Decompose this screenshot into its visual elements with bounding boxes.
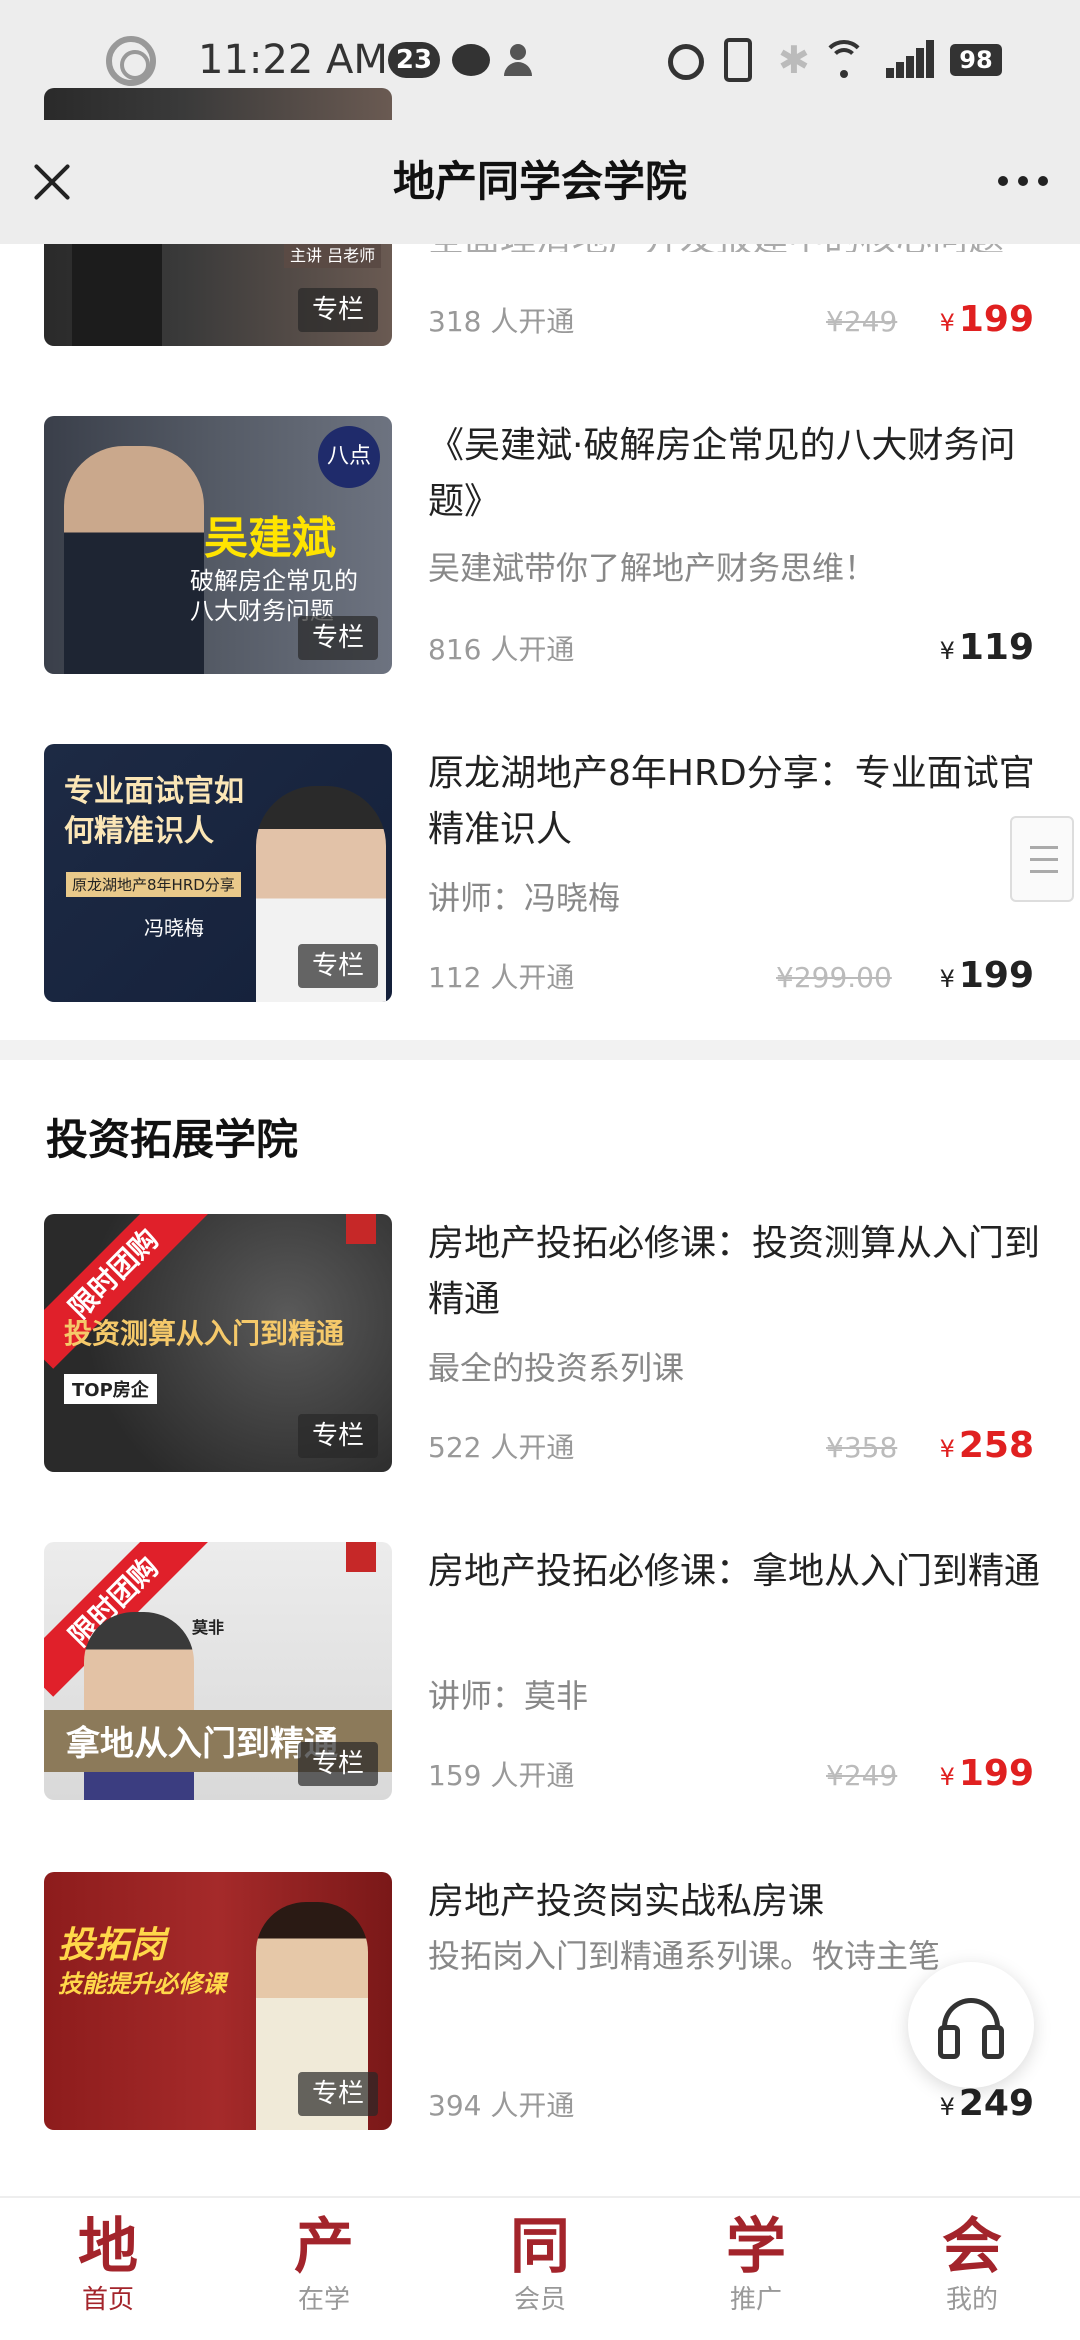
bottom-navigation: 地 首页 产 在学 同 会员 学 推广 会 我的: [0, 2196, 1080, 2340]
vibrate-icon: [724, 38, 752, 82]
thumb-subtitle: 原龙湖地产8年HRD分享: [66, 872, 241, 897]
nav-member-glyph: 同: [510, 2212, 570, 2282]
thumb-subtitle: TOP房企: [64, 1374, 157, 1404]
course-thumbnail: 专业面试官如何精准识人 原龙湖地产8年HRD分享 冯晓梅 专栏: [44, 744, 392, 1002]
current-price: ¥249: [939, 2083, 1034, 2124]
course-item[interactable]: 限时团购 莫非 拿地从入门到精通 专栏 房地产投拓必修课：拿地从入门到精通 讲师…: [0, 1542, 1080, 1802]
more-options-icon[interactable]: [998, 176, 1050, 188]
course-title: 《吴建斌·破解房企常见的八大财务问题》: [428, 425, 1016, 522]
course-title: 房地产投资岗实战私房课: [428, 1881, 825, 1922]
nav-home-glyph: 地: [78, 2212, 138, 2282]
thumb-headline: 投资测算从入门到精通: [64, 1317, 345, 1350]
nav-member[interactable]: 同 会员: [432, 2212, 648, 2318]
nav-promote-glyph: 学: [726, 2212, 786, 2282]
enrolled-count: 522 人开通: [428, 1431, 575, 1464]
badin-logo-badge: 八点: [318, 426, 380, 488]
course-subtitle: 讲师：莫非: [428, 1677, 589, 1715]
thumb-caption: 主讲 吕老师: [284, 240, 382, 268]
course-title: 原龙湖地产8年HRD分享：专业面试官精准识人: [428, 753, 1035, 850]
course-thumbnail: 八点 吴建斌 破解房企常见的八大财务问题 专栏: [44, 416, 392, 674]
alarm-icon: [668, 44, 704, 80]
thumb-name: 莫非: [192, 1618, 225, 1637]
thumb-headline: 专业面试官如何精准识人: [64, 774, 244, 849]
enrolled-count: 816 人开通: [428, 633, 575, 666]
page-title: 地产同学会学院: [392, 157, 687, 206]
nav-learning-label: 在学: [297, 2285, 350, 2315]
course-subtitle: 投拓岗入门到精通系列课。牧诗主笔: [428, 1937, 941, 1975]
course-title: 房地产投拓必修课：拿地从入门到精通: [428, 1551, 1040, 1592]
contacts-icon: [504, 44, 544, 78]
original-price: ¥299.00: [776, 961, 892, 994]
brand-logo: [346, 1214, 376, 1244]
column-tag: 专栏: [297, 1414, 378, 1458]
headset-icon: [938, 1998, 1004, 2059]
signal-icon: [886, 40, 936, 78]
column-tag: 专栏: [297, 944, 378, 988]
battery-icon: 98: [950, 44, 1002, 76]
course-subtitle: 最全的投资系列课: [428, 1349, 685, 1387]
nav-home-label: 首页: [81, 2285, 134, 2315]
thumb-headline: 投拓岗: [58, 1925, 167, 1966]
scroll-handle[interactable]: [1010, 816, 1074, 902]
current-price: ¥119: [939, 627, 1034, 668]
nav-member-label: 会员: [513, 2285, 566, 2315]
notification-count-badge: 23: [388, 42, 440, 78]
section-divider: [0, 1040, 1080, 1060]
course-thumbnail: 限时团购 投资测算从入门到精通 TOP房企 专栏: [44, 1214, 392, 1472]
status-time: 11:22 AM: [198, 37, 388, 83]
nav-mine-label: 我的: [945, 2285, 998, 2315]
customer-service-button[interactable]: [908, 1962, 1034, 2088]
chat-bubble-icon: [452, 44, 490, 76]
course-thumbnail: 投拓岗 技能提升必修课 专栏: [44, 1872, 392, 2130]
nav-mine[interactable]: 会 我的: [864, 2212, 1080, 2318]
course-thumbnail: 限时团购 莫非 拿地从入门到精通 专栏: [44, 1542, 392, 1800]
enrolled-count: 394 人开通: [428, 2089, 575, 2122]
column-tag: 专栏: [297, 288, 378, 332]
app-header: 地产同学会学院: [0, 120, 1080, 244]
current-price: ¥199: [939, 1753, 1034, 1794]
course-item[interactable]: 限时团购 投资测算从入门到精通 TOP房企 专栏 房地产投拓必修课：投资测算从入…: [0, 1214, 1080, 1474]
thumb-subtitle: 技能提升必修课: [58, 1970, 226, 1998]
thumb-headline: 吴建斌: [204, 513, 336, 564]
original-price: ¥249: [826, 1759, 898, 1792]
app-ring-icon: [106, 36, 156, 86]
course-title: 房地产投拓必修课：投资测算从入门到精通: [428, 1223, 1040, 1320]
current-price: ¥199: [939, 955, 1034, 996]
enrolled-count: 159 人开通: [428, 1759, 575, 1792]
nav-learning[interactable]: 产 在学: [216, 2212, 432, 2318]
presenter-photo: [64, 446, 204, 674]
course-item[interactable]: 八点 吴建斌 破解房企常见的八大财务问题 专栏 《吴建斌·破解房企常见的八大财务…: [0, 416, 1080, 676]
nav-learning-glyph: 产: [294, 2212, 354, 2282]
brand-logo: [346, 1542, 376, 1572]
wifi-icon: [822, 40, 866, 80]
column-tag: 专栏: [297, 2072, 378, 2116]
current-price: ¥199: [939, 299, 1034, 340]
column-tag: 专栏: [297, 1742, 378, 1786]
course-item[interactable]: 专业面试官如何精准识人 原龙湖地产8年HRD分享 冯晓梅 专栏 原龙湖地产8年H…: [0, 744, 1080, 1004]
nav-promote[interactable]: 学 推广: [648, 2212, 864, 2318]
course-subtitle: 吴建斌带你了解地产财务思维！: [428, 549, 877, 587]
thumb-name: 冯晓梅: [144, 916, 204, 940]
original-price: ¥249: [826, 305, 898, 338]
bluetooth-icon: ✱: [778, 38, 810, 82]
column-tag: 专栏: [297, 616, 378, 660]
nav-mine-glyph: 会: [942, 2212, 1002, 2282]
nav-promote-label: 推广: [729, 2285, 782, 2315]
section-title: 投资拓展学院: [46, 1115, 299, 1164]
current-price: ¥258: [939, 1425, 1034, 1466]
original-price: ¥358: [826, 1431, 898, 1464]
nav-home[interactable]: 地 首页: [0, 2212, 216, 2318]
course-subtitle: 讲师：冯晓梅: [428, 879, 621, 917]
enrolled-count: 318 人开通: [428, 305, 575, 338]
enrolled-count: 112 人开通: [428, 961, 575, 994]
